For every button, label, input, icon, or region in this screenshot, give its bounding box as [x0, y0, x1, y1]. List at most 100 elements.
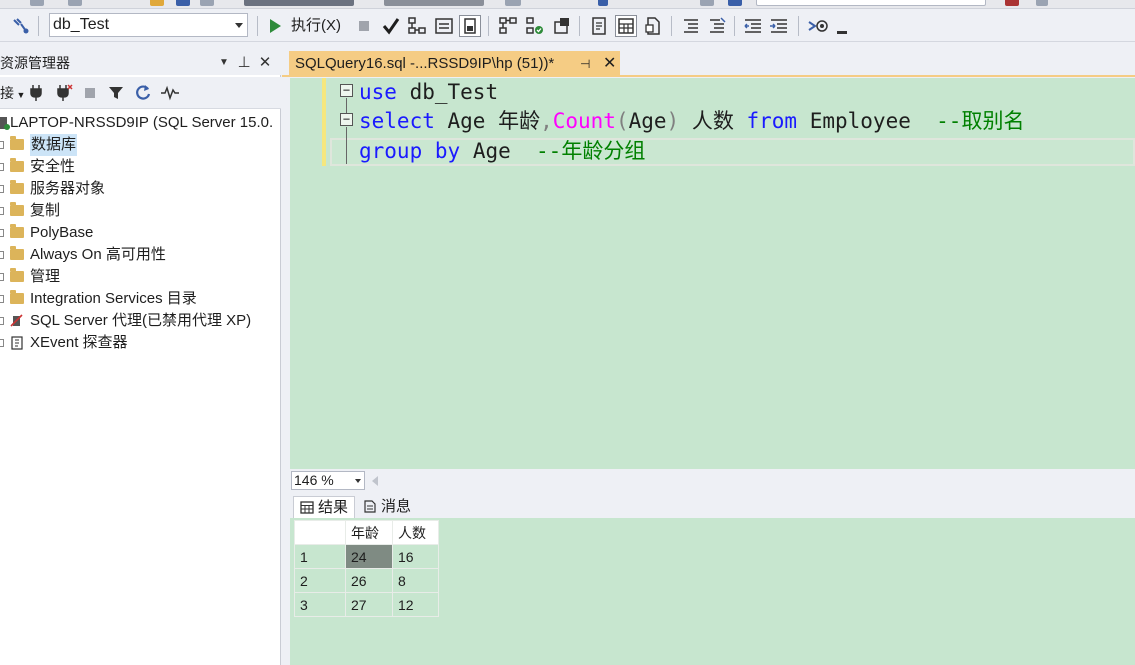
uncomment-lines-icon[interactable]	[706, 15, 728, 37]
refresh-icon[interactable]	[133, 83, 153, 103]
connect-icon[interactable]	[10, 15, 32, 37]
pin-icon[interactable]: ⊥	[235, 54, 253, 72]
chevron-down-icon	[355, 479, 361, 483]
decrease-indent-icon[interactable]	[742, 15, 764, 37]
pin-icon[interactable]: ⊣	[580, 51, 590, 77]
tree-node[interactable]: 服务器对象	[0, 178, 280, 200]
grid-cell[interactable]: 16	[392, 544, 439, 569]
results-grid-icon[interactable]	[615, 15, 637, 37]
filter-icon[interactable]	[106, 83, 126, 103]
cut-off-icon	[700, 0, 714, 6]
table-row[interactable]: 1 24 16	[294, 544, 439, 569]
grid-cell[interactable]: 12	[392, 592, 439, 617]
zoom-select[interactable]: 146 %	[291, 471, 365, 490]
collapse-icon[interactable]: −	[340, 113, 353, 126]
toolbar-separator	[671, 16, 672, 36]
grid-cell[interactable]: 8	[392, 568, 439, 593]
tree-node[interactable]: SQL Server 代理(已禁用代理 XP)	[0, 310, 280, 332]
live-stats-icon[interactable]	[524, 15, 546, 37]
increase-indent-icon[interactable]	[768, 15, 790, 37]
expand-icon[interactable]	[0, 339, 4, 347]
tree-node[interactable]: PolyBase	[0, 222, 280, 244]
estimated-plan-icon[interactable]	[406, 15, 428, 37]
code-token: )	[666, 109, 680, 133]
connect-dropdown[interactable]: 接 ▼	[0, 84, 25, 104]
row-number[interactable]: 1	[294, 544, 346, 569]
toolbar-separator	[488, 16, 489, 36]
scroll-left-icon[interactable]	[372, 476, 378, 486]
tree-node[interactable]: Integration Services 目录	[0, 288, 280, 310]
folder-icon	[10, 268, 24, 282]
expand-icon[interactable]	[0, 251, 4, 259]
folder-icon	[10, 290, 24, 304]
results-to-text-icon[interactable]	[588, 15, 610, 37]
code-line[interactable]: use db_Test	[359, 78, 498, 107]
close-icon[interactable]: ✕	[256, 54, 274, 72]
execute-icon[interactable]	[264, 15, 286, 37]
results-grid[interactable]: 年龄 人数 1 24 16 2 26 8 3 27 12	[294, 520, 439, 617]
database-select[interactable]: db_Test	[49, 13, 248, 37]
object-explorer-tree: LAPTOP-NRSSD9IP (SQL Server 15.0. 数据库安全性…	[0, 112, 280, 354]
grid-cell[interactable]: 26	[345, 568, 393, 593]
grid-corner[interactable]	[294, 520, 346, 545]
tree-node-label: 安全性	[30, 158, 76, 175]
display-plan-icon[interactable]	[497, 15, 519, 37]
results-tab-strip: 结果 消息	[290, 492, 1135, 518]
cut-off-icon	[384, 0, 484, 6]
toolbar-overflow-icon[interactable]: ▬	[837, 26, 847, 37]
results-to-file-icon[interactable]	[642, 15, 664, 37]
row-number[interactable]: 2	[294, 568, 346, 593]
tree-node[interactable]: 复制	[0, 200, 280, 222]
tree-node[interactable]: XEvent 探查器	[0, 332, 280, 354]
expand-icon[interactable]	[0, 163, 4, 171]
execute-button[interactable]: 执行(X)	[291, 16, 341, 36]
grid-cell[interactable]: 27	[345, 592, 393, 617]
tree-node[interactable]: Always On 高可用性	[0, 244, 280, 266]
tab-sqlquery16[interactable]: SQLQuery16.sql -...RSSD9IP\hp (51))* ⊣ ✕	[289, 51, 620, 77]
query-editor[interactable]: − − use db_Test select Age 年龄,Count(Age)…	[290, 78, 1135, 469]
collapse-icon[interactable]: −	[340, 84, 353, 97]
grid-cell[interactable]: 24	[345, 544, 393, 569]
results-to-grid-icon[interactable]	[459, 15, 481, 37]
column-header[interactable]: 年龄	[345, 520, 393, 545]
code-line[interactable]: select Age 年龄,Count(Age) 人数 from Employe…	[359, 107, 1024, 136]
disconnect-icon[interactable]	[54, 83, 74, 103]
xevent-icon	[9, 336, 25, 350]
code-token: Employee	[797, 109, 937, 133]
tab-messages[interactable]: 消息	[357, 496, 417, 518]
stop-icon[interactable]	[80, 83, 100, 103]
cut-off-icon	[505, 0, 521, 6]
table-row[interactable]: 2 26 8	[294, 568, 439, 593]
tree-node[interactable]: 数据库	[0, 134, 280, 156]
expand-icon[interactable]	[0, 273, 4, 281]
row-number[interactable]: 3	[294, 592, 346, 617]
expand-icon[interactable]	[0, 141, 4, 149]
column-header[interactable]: 人数	[392, 520, 439, 545]
client-stats-icon[interactable]	[551, 15, 573, 37]
expand-icon[interactable]	[0, 207, 4, 215]
expand-icon[interactable]	[0, 295, 4, 303]
query-options-icon[interactable]	[433, 15, 455, 37]
code-token: --取别名	[936, 109, 1025, 133]
comment-lines-icon[interactable]	[680, 15, 702, 37]
tree-node[interactable]: 安全性	[0, 156, 280, 178]
close-icon[interactable]: ✕	[603, 51, 616, 77]
tree-node-label: Always On 高可用性	[30, 246, 166, 263]
parse-check-icon[interactable]	[380, 15, 402, 37]
tab-results[interactable]: 结果	[293, 496, 356, 518]
expand-icon[interactable]	[0, 317, 4, 325]
code-line[interactable]: group by Age --年龄分组	[359, 137, 645, 166]
panel-dropdown-icon[interactable]: ▼	[215, 54, 233, 72]
stop-icon[interactable]	[353, 15, 375, 37]
tree-node-label: 服务器对象	[30, 180, 106, 197]
specify-template-values-icon[interactable]	[807, 15, 829, 37]
connect-plug-icon[interactable]	[26, 83, 46, 103]
toolbar-separator	[38, 16, 39, 36]
expand-icon[interactable]	[0, 185, 4, 193]
table-row[interactable]: 3 27 12	[294, 592, 439, 617]
tree-node[interactable]: 管理	[0, 266, 280, 288]
expand-icon[interactable]	[0, 229, 4, 237]
server-node[interactable]: LAPTOP-NRSSD9IP (SQL Server 15.0.	[0, 112, 280, 134]
activity-monitor-icon[interactable]	[160, 83, 180, 103]
